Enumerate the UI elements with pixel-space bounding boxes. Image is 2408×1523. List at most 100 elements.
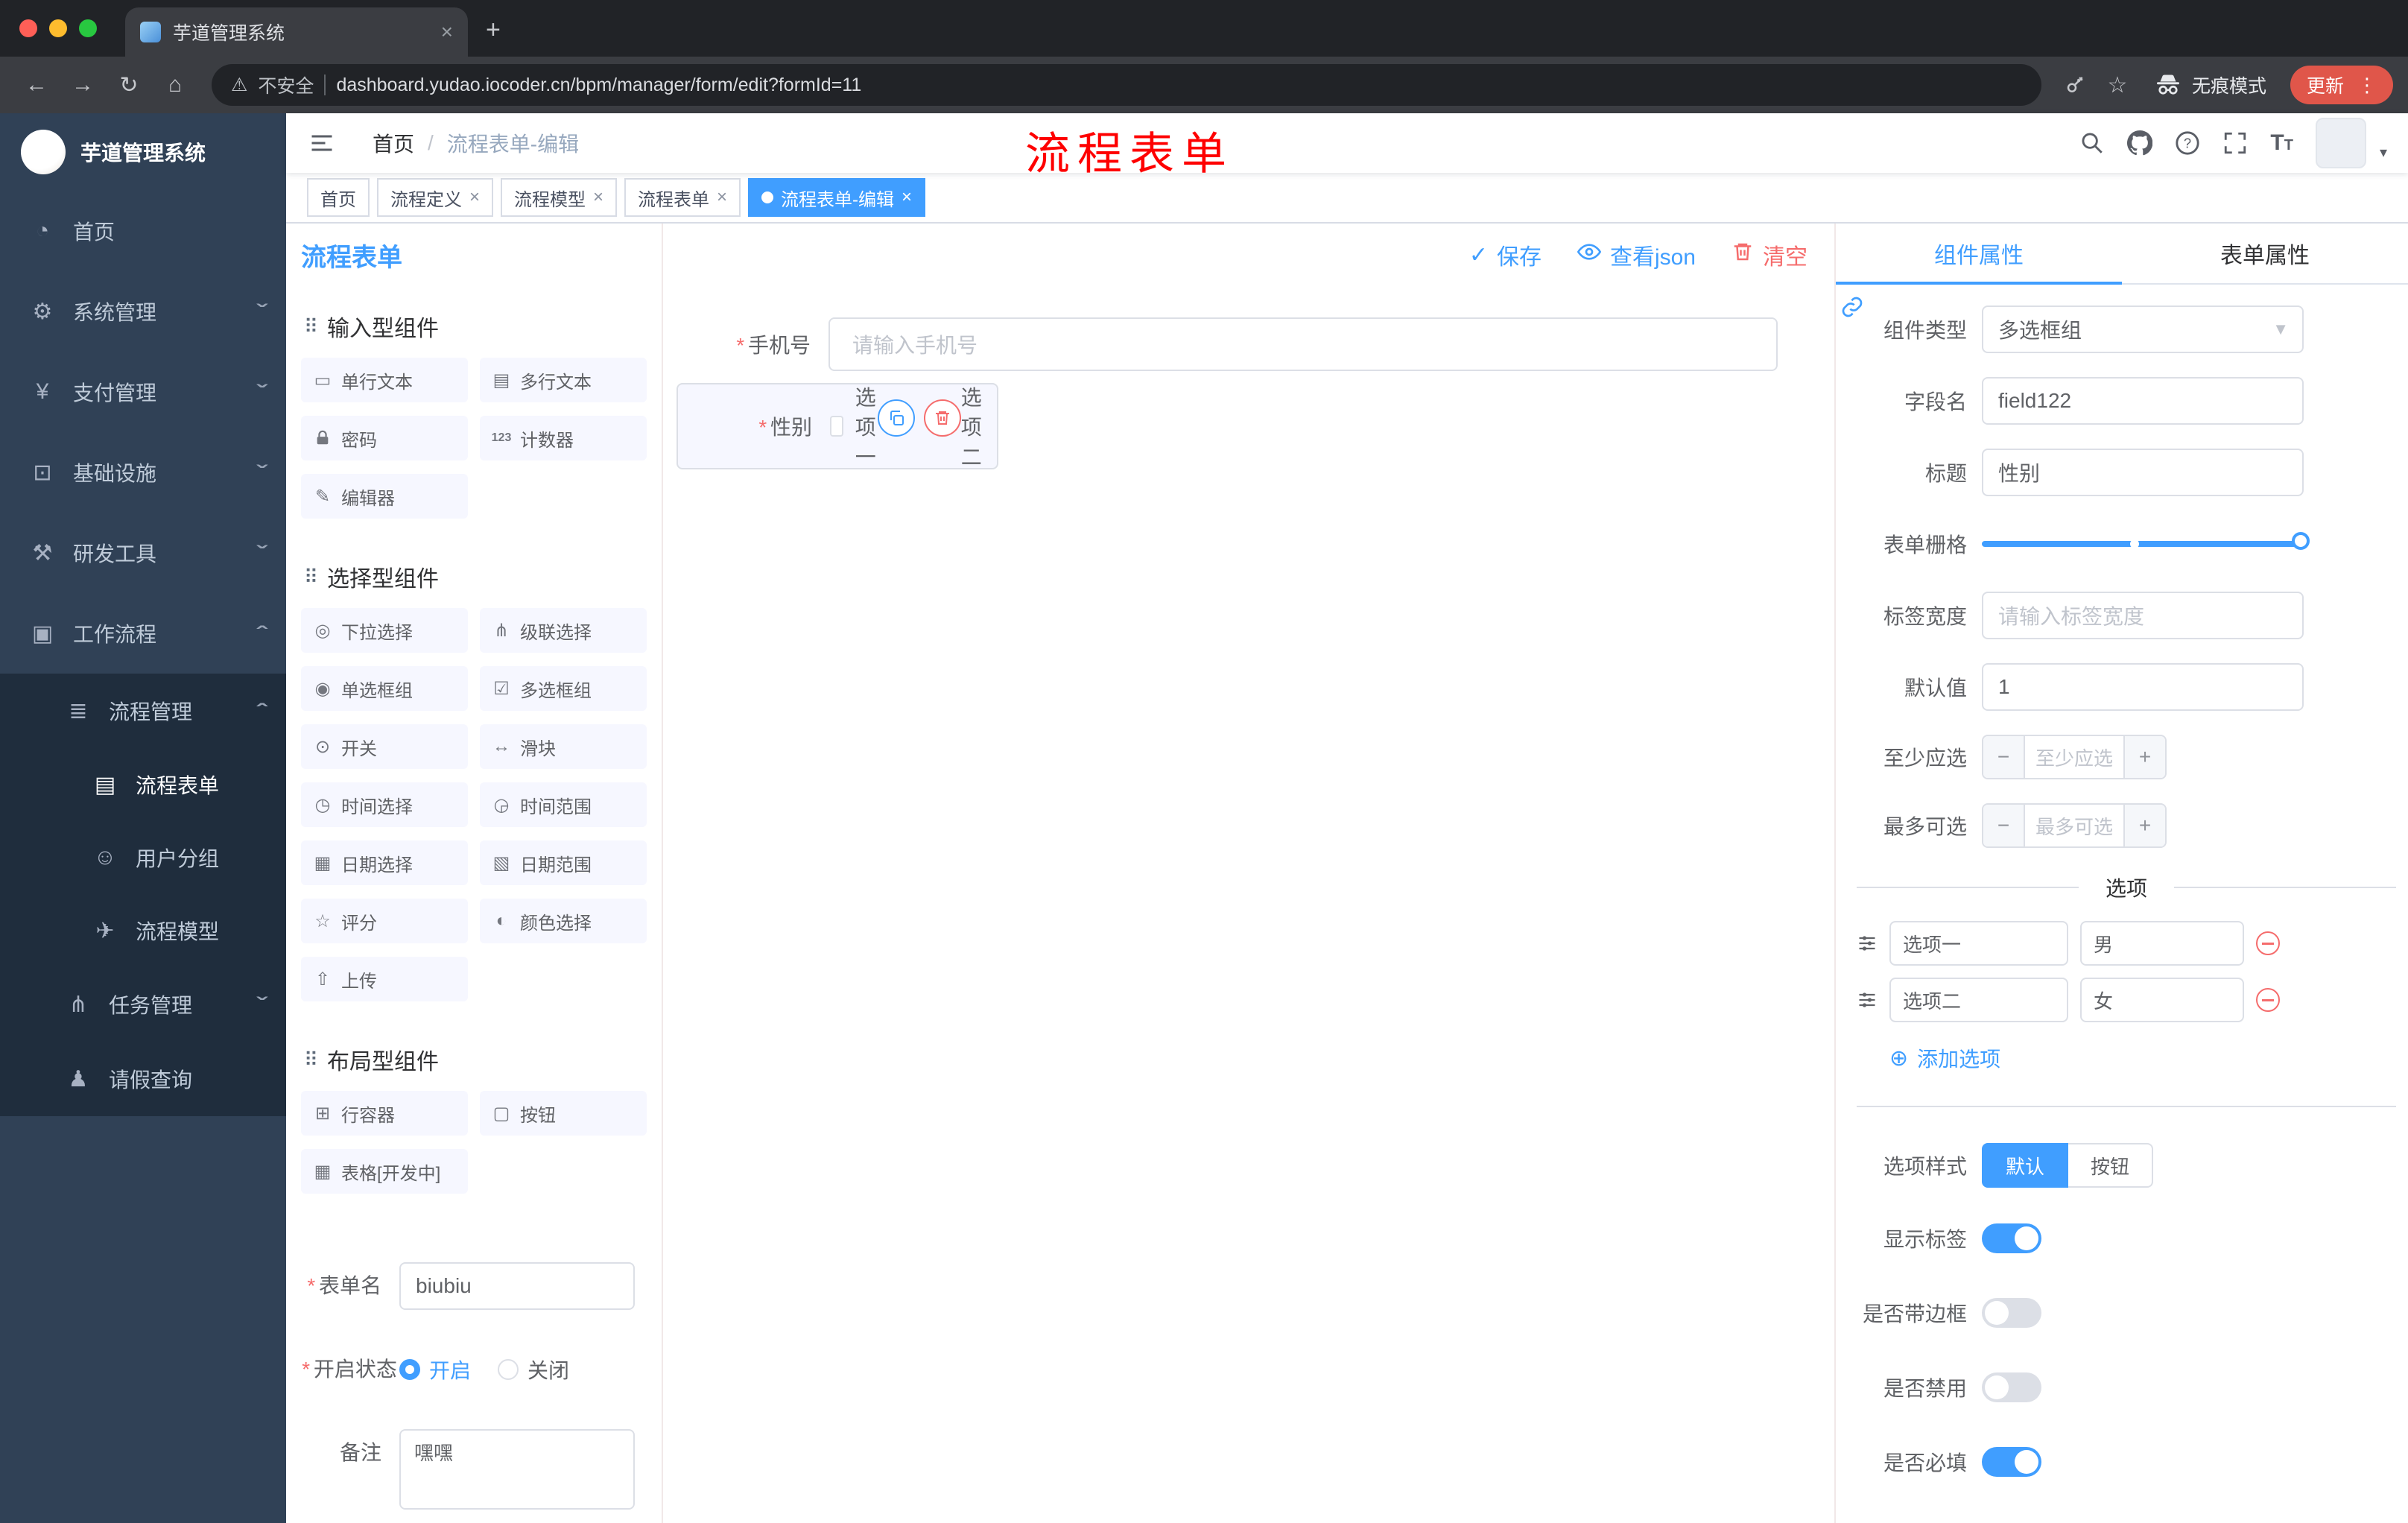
- palette-item-radio-group[interactable]: ◉ 单选框组: [301, 666, 468, 711]
- update-button[interactable]: 更新 ⋮: [2290, 66, 2393, 104]
- palette-item-select[interactable]: ◎ 下拉选择: [301, 608, 468, 653]
- address-bar[interactable]: ⚠ 不安全 dashboard.yudao.iocoder.cn/bpm/man…: [212, 64, 2041, 106]
- decrease-button[interactable]: −: [1983, 736, 2025, 778]
- browser-tab[interactable]: 芋道管理系统 ×: [125, 7, 468, 57]
- palette-item-cascader[interactable]: ⋔ 级联选择: [480, 608, 647, 653]
- max-select-input[interactable]: 最多可选: [2025, 805, 2123, 846]
- fullscreen-icon[interactable]: [2222, 130, 2248, 156]
- palette-item-switch[interactable]: ⊙ 开关: [301, 724, 468, 769]
- new-tab-button[interactable]: +: [486, 16, 501, 45]
- sidebar-logo[interactable]: 芋道管理系统: [0, 113, 286, 191]
- palette-item-date-picker[interactable]: ▦ 日期选择: [301, 840, 468, 885]
- remove-option-button[interactable]: [2256, 931, 2280, 955]
- home-button[interactable]: ⌂: [153, 63, 197, 107]
- form-name-input[interactable]: biubiu: [399, 1262, 635, 1310]
- palette-item-editor[interactable]: ✎ 编辑器: [301, 474, 468, 519]
- palette-item-color-picker[interactable]: ◐ 颜色选择: [480, 899, 647, 943]
- palette-item-checkbox-group[interactable]: ☑ 多选框组: [480, 666, 647, 711]
- checkbox-icon[interactable]: [830, 416, 843, 437]
- option-label-input[interactable]: 选项一: [1889, 921, 2068, 966]
- remove-option-button[interactable]: [2256, 988, 2280, 1012]
- breadcrumb-home[interactable]: 首页: [373, 128, 414, 158]
- palette-item-rate[interactable]: ☆ 评分: [301, 899, 468, 943]
- add-option-button[interactable]: ⊕ 添加选项: [1889, 1043, 2396, 1073]
- increase-button[interactable]: +: [2123, 736, 2165, 778]
- sidebar-item-leave-query[interactable]: ♟ 请假查询: [0, 1042, 286, 1116]
- grid-slider[interactable]: [1982, 532, 2310, 550]
- sidebar-item-task-mgmt[interactable]: ⋔ 任务管理 ˇ: [0, 967, 286, 1042]
- status-radio-off[interactable]: 关闭: [498, 1355, 569, 1384]
- option-value-input[interactable]: 女: [2080, 978, 2244, 1022]
- view-json-button[interactable]: 查看json: [1577, 238, 1696, 271]
- option-style-button-button[interactable]: 按钮: [2068, 1143, 2154, 1188]
- canvas-body[interactable]: * 手机号 请输入手机号 * 性别 选项一 选项二: [663, 286, 1834, 1523]
- required-switch[interactable]: [1982, 1447, 2041, 1477]
- tag-home[interactable]: 首页: [307, 178, 370, 217]
- font-size-icon[interactable]: TT: [2270, 130, 2293, 156]
- phone-input[interactable]: 请输入手机号: [828, 317, 1778, 371]
- component-type-select[interactable]: 多选框组 ▼: [1982, 305, 2304, 353]
- drag-handle-icon[interactable]: [1857, 990, 1878, 1010]
- sidebar-item-system[interactable]: ⚙ 系统管理 ˇ: [0, 271, 286, 352]
- slider-handle[interactable]: [2292, 532, 2310, 550]
- drag-handle-icon[interactable]: [1857, 933, 1878, 954]
- close-icon[interactable]: ×: [593, 187, 603, 208]
- option-value-input[interactable]: 男: [2080, 921, 2244, 966]
- close-icon[interactable]: ×: [469, 187, 480, 208]
- palette-item-row-container[interactable]: ⊞ 行容器: [301, 1091, 468, 1136]
- sidebar-item-process-form[interactable]: ▤ 流程表单: [0, 748, 286, 821]
- browser-menu-icon[interactable]: ⋮: [2357, 74, 2377, 97]
- palette-item-upload[interactable]: ⇧ 上传: [301, 957, 468, 1001]
- increase-button[interactable]: +: [2123, 805, 2165, 846]
- tag-process-form[interactable]: 流程表单 ×: [624, 178, 741, 217]
- delete-component-button[interactable]: [924, 399, 961, 437]
- search-icon[interactable]: [2079, 130, 2105, 156]
- window-minimize-button[interactable]: [49, 19, 67, 37]
- copy-component-button[interactable]: [878, 399, 915, 437]
- sidebar-item-process-mgmt[interactable]: ≣ 流程管理 ˆ: [0, 674, 286, 748]
- palette-item-slider[interactable]: ↔ 滑块: [480, 724, 647, 769]
- tab-component-props[interactable]: 组件属性: [1836, 224, 2122, 285]
- tag-process-model[interactable]: 流程模型 ×: [501, 178, 618, 217]
- sidebar-item-workflow[interactable]: ▣ 工作流程 ˆ: [0, 593, 286, 674]
- bookmark-star-icon[interactable]: ☆: [2098, 72, 2137, 98]
- hamburger-icon[interactable]: [286, 130, 358, 156]
- forward-button[interactable]: →: [61, 63, 104, 107]
- clear-button[interactable]: 清空: [1731, 238, 1807, 271]
- border-switch[interactable]: [1982, 1298, 2041, 1328]
- avatar-caret-icon[interactable]: ▾: [2380, 143, 2387, 162]
- palette-item-table[interactable]: ▦ 表格[开发中]: [301, 1149, 468, 1194]
- decrease-button[interactable]: −: [1983, 805, 2025, 846]
- sidebar-item-process-model[interactable]: ✈ 流程模型: [0, 894, 286, 967]
- palette-item-counter[interactable]: 123 计数器: [480, 416, 647, 460]
- sidebar-item-devtools[interactable]: ⚒ 研发工具 ˇ: [0, 513, 286, 593]
- field-name-input[interactable]: field122: [1982, 377, 2304, 425]
- option-label-input[interactable]: 选项二: [1889, 978, 2068, 1022]
- window-zoom-button[interactable]: [79, 19, 97, 37]
- min-select-input[interactable]: 至少应选: [2025, 736, 2123, 778]
- github-icon[interactable]: [2127, 130, 2153, 156]
- disabled-switch[interactable]: [1982, 1372, 2041, 1402]
- sidebar-item-home[interactable]: ◔ 首页: [0, 191, 286, 271]
- remark-textarea[interactable]: 嘿嘿: [399, 1429, 635, 1510]
- help-icon[interactable]: ?: [2175, 130, 2200, 156]
- palette-item-password[interactable]: 密码: [301, 416, 468, 460]
- link-icon[interactable]: [1840, 295, 1864, 325]
- palette-item-button[interactable]: ▢ 按钮: [480, 1091, 647, 1136]
- close-icon[interactable]: ×: [902, 187, 912, 208]
- sidebar-item-infra[interactable]: ⊡ 基础设施 ˇ: [0, 432, 286, 513]
- status-radio-on[interactable]: 开启: [399, 1355, 471, 1384]
- palette-item-date-range[interactable]: ▧ 日期范围: [480, 840, 647, 885]
- sidebar-item-user-group[interactable]: ☺ 用户分组: [0, 821, 286, 894]
- close-icon[interactable]: ×: [717, 187, 727, 208]
- field-gender-selected[interactable]: * 性别 选项一 选项二: [677, 383, 998, 469]
- tag-process-form-edit[interactable]: 流程表单-编辑 ×: [748, 178, 926, 217]
- user-avatar[interactable]: [2315, 118, 2366, 168]
- tag-process-definition[interactable]: 流程定义 ×: [377, 178, 494, 217]
- reload-button[interactable]: ↻: [107, 63, 150, 107]
- field-phone[interactable]: * 手机号 请输入手机号: [677, 305, 1816, 383]
- label-width-input[interactable]: 请输入标签宽度: [1982, 592, 2304, 639]
- default-value-input[interactable]: 1: [1982, 663, 2304, 711]
- palette-item-time-range[interactable]: ◶ 时间范围: [480, 782, 647, 827]
- palette-item-single-text[interactable]: ▭ 单行文本: [301, 358, 468, 402]
